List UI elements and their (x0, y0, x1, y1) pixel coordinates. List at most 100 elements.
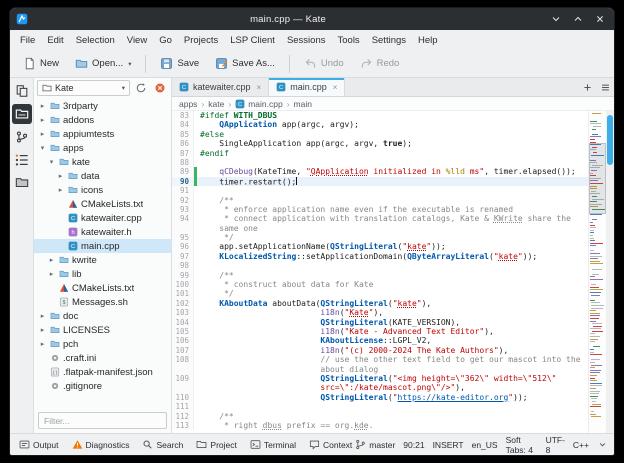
tab-close-icon[interactable]: × (257, 83, 262, 92)
tab-katewaiter-cpp[interactable]: Ckatewaiter.cpp × (172, 78, 270, 96)
code-line[interactable]: 102 KAboutData aboutData(QStringLiteral(… (172, 298, 588, 309)
project-selector[interactable]: Kate ▾ (37, 80, 130, 96)
code-line[interactable]: 90 timer.restart(); (172, 176, 588, 187)
breadcrumb-item-kate[interactable]: kate (208, 99, 224, 109)
statusbar-search-button[interactable]: Search (139, 437, 186, 452)
code-line[interactable]: 104 QStringLiteral(KATE_VERSION), (172, 317, 588, 327)
code-line[interactable]: 100 * construct about data for Kate (172, 280, 588, 290)
status-90-21[interactable]: 90:21 (403, 440, 424, 450)
status-soft-tabs-4[interactable]: Soft Tabs: 4 (506, 435, 538, 455)
code-view[interactable]: 83 #ifdef WITH_DBUS 84 QApplication app(ar… (172, 111, 588, 433)
tree-item-kwrite[interactable]: ▸ kwrite (34, 253, 171, 267)
expand-arrow-icon[interactable]: ▸ (38, 326, 47, 334)
tree-item-main-cpp[interactable]: Cmain.cpp (34, 239, 171, 253)
menu-button[interactable] (596, 78, 614, 96)
code-line[interactable]: 86 SingleApplication app(argc, argv, tru… (172, 139, 588, 149)
menu-selection[interactable]: Selection (70, 33, 121, 48)
expand-arrow-icon[interactable]: ▸ (38, 116, 47, 124)
statusbar-project-button[interactable]: Project (193, 437, 239, 452)
expand-arrow-icon[interactable]: ▸ (38, 312, 47, 320)
menu-sessions[interactable]: Sessions (281, 33, 332, 48)
code-line[interactable]: 106 KAboutLicense::LGPL_V2, (172, 336, 588, 346)
code-line[interactable]: 94 * connect application with translatio… (172, 214, 588, 224)
project-reload-button[interactable] (133, 80, 149, 96)
code-line[interactable]: 93 * enforce application name even if th… (172, 204, 588, 215)
titlebar[interactable]: main.cpp — Kate (10, 8, 614, 30)
project-close-button[interactable] (152, 80, 168, 96)
menu-help[interactable]: Help (412, 33, 444, 48)
code-line[interactable]: 107 i18n("(c) 2000-2024 The Kate Authors… (172, 345, 588, 356)
plus-button[interactable] (578, 78, 596, 96)
expand-arrow-icon[interactable]: ▸ (56, 172, 65, 180)
code-line[interactable]: 89 qCDebug(KateTime, "QApplication initi… (172, 167, 588, 177)
code-line[interactable]: 111 (172, 402, 588, 412)
status-insert[interactable]: INSERT (433, 440, 464, 450)
minimize-button[interactable] (548, 11, 564, 27)
tree-item-pch[interactable]: ▸ pch (34, 337, 171, 351)
filter-input[interactable] (38, 412, 167, 429)
expand-arrow-icon[interactable]: ▸ (56, 186, 65, 194)
menu-projects[interactable]: Projects (178, 33, 224, 48)
documents-toolview-button[interactable] (12, 81, 32, 101)
tree-item-3rdparty[interactable]: ▸ 3rdparty (34, 99, 171, 113)
status-utf-8[interactable]: UTF-8 (546, 435, 565, 455)
tree-item-appiumtests[interactable]: ▸ appiumtests (34, 127, 171, 141)
code-line[interactable]: 91 (172, 186, 588, 196)
menu-view[interactable]: View (121, 33, 153, 48)
minimap[interactable] (588, 111, 606, 433)
status-en-us[interactable]: en_US (472, 440, 498, 450)
code-line[interactable]: 108 // use the other text field to get o… (172, 355, 588, 365)
tree-item-craft-ini[interactable]: .craft.ini (34, 351, 171, 365)
save-button[interactable]: Save (153, 53, 206, 74)
menu-go[interactable]: Go (153, 33, 178, 48)
status-master[interactable]: master (355, 439, 395, 450)
git-toolview-button[interactable] (12, 127, 32, 147)
new-button[interactable]: New (16, 53, 66, 74)
tree-item-cmakelists-txt[interactable]: CMakeLists.txt (34, 197, 171, 211)
code-line[interactable]: 110 QStringLiteral("https://kate-editor.… (172, 392, 588, 403)
collapse-arrow-icon[interactable]: ▾ (47, 158, 56, 166)
maximize-button[interactable] (570, 11, 586, 27)
tree-item-doc[interactable]: ▸ doc (34, 309, 171, 323)
code-line[interactable]: 101 */ (172, 289, 588, 299)
code-line[interactable]: 97 KLocalizedString::setApplicationDomai… (172, 251, 588, 262)
menu-lsp-client[interactable]: LSP Client (224, 33, 281, 48)
menu-settings[interactable]: Settings (366, 33, 412, 48)
tree-item-addons[interactable]: ▸ addons (34, 113, 171, 127)
symbols-toolview-button[interactable] (12, 150, 32, 170)
projects-toolview-button[interactable] (11, 104, 32, 124)
code-line[interactable]: 105 i18n("Kate - Advanced Text Editor"), (172, 326, 588, 337)
code-line[interactable]: 87 #endif (172, 148, 588, 158)
breadcrumb-item-apps[interactable]: apps (179, 99, 197, 109)
tree-item-apps[interactable]: ▾ apps (34, 141, 171, 155)
collapse-arrow-icon[interactable]: ▾ (38, 144, 47, 152)
vertical-scrollbar[interactable] (606, 111, 614, 433)
tree-item-flatpak-manifest-json[interactable]: { } .flatpak-manifest.json (34, 365, 171, 379)
code-line[interactable]: src=\":/kate/mascot.png\"/>"), (172, 383, 588, 393)
code-line[interactable]: 92 /** (172, 195, 588, 205)
code-line[interactable]: 103 i18n("Kate"), (172, 308, 588, 318)
tree-item-icons[interactable]: ▸ icons (34, 183, 171, 197)
statusbar-diagnostics-button[interactable]: Diagnostics (69, 437, 133, 452)
breadcrumb-item-main[interactable]: main (294, 99, 312, 109)
code-line[interactable]: 99 /** (172, 270, 588, 281)
close-button[interactable] (592, 11, 608, 27)
save-as-button[interactable]: Save As... (208, 53, 282, 74)
filesystem-toolview-button[interactable] (12, 173, 32, 193)
status-menu[interactable] (597, 439, 608, 450)
tree-item-katewaiter-h[interactable]: h katewaiter.h (34, 225, 171, 239)
open-button[interactable]: Open... ▾ (68, 53, 138, 74)
tree-item-cmakelists-txt[interactable]: CMakeLists.txt (34, 281, 171, 295)
status-c[interactable]: C++ (573, 440, 589, 450)
statusbar-terminal-button[interactable]: Terminal (247, 437, 299, 452)
code-area[interactable]: 83 #ifdef WITH_DBUS 84 QApplication app(ar… (172, 111, 614, 433)
tree-item-lib[interactable]: ▸ lib (34, 267, 171, 281)
minimap-slider[interactable] (589, 143, 606, 215)
tree-item-data[interactable]: ▸ data (34, 169, 171, 183)
code-line[interactable]: 109 QStringLiteral("<img height=\"362\" … (172, 373, 588, 384)
code-line[interactable]: 85 #else (172, 129, 588, 140)
code-line[interactable]: 112 /** (172, 411, 588, 421)
expand-arrow-icon[interactable]: ▸ (47, 256, 56, 264)
expand-arrow-icon[interactable]: ▸ (47, 270, 56, 278)
statusbar-output-button[interactable]: Output (16, 437, 62, 452)
